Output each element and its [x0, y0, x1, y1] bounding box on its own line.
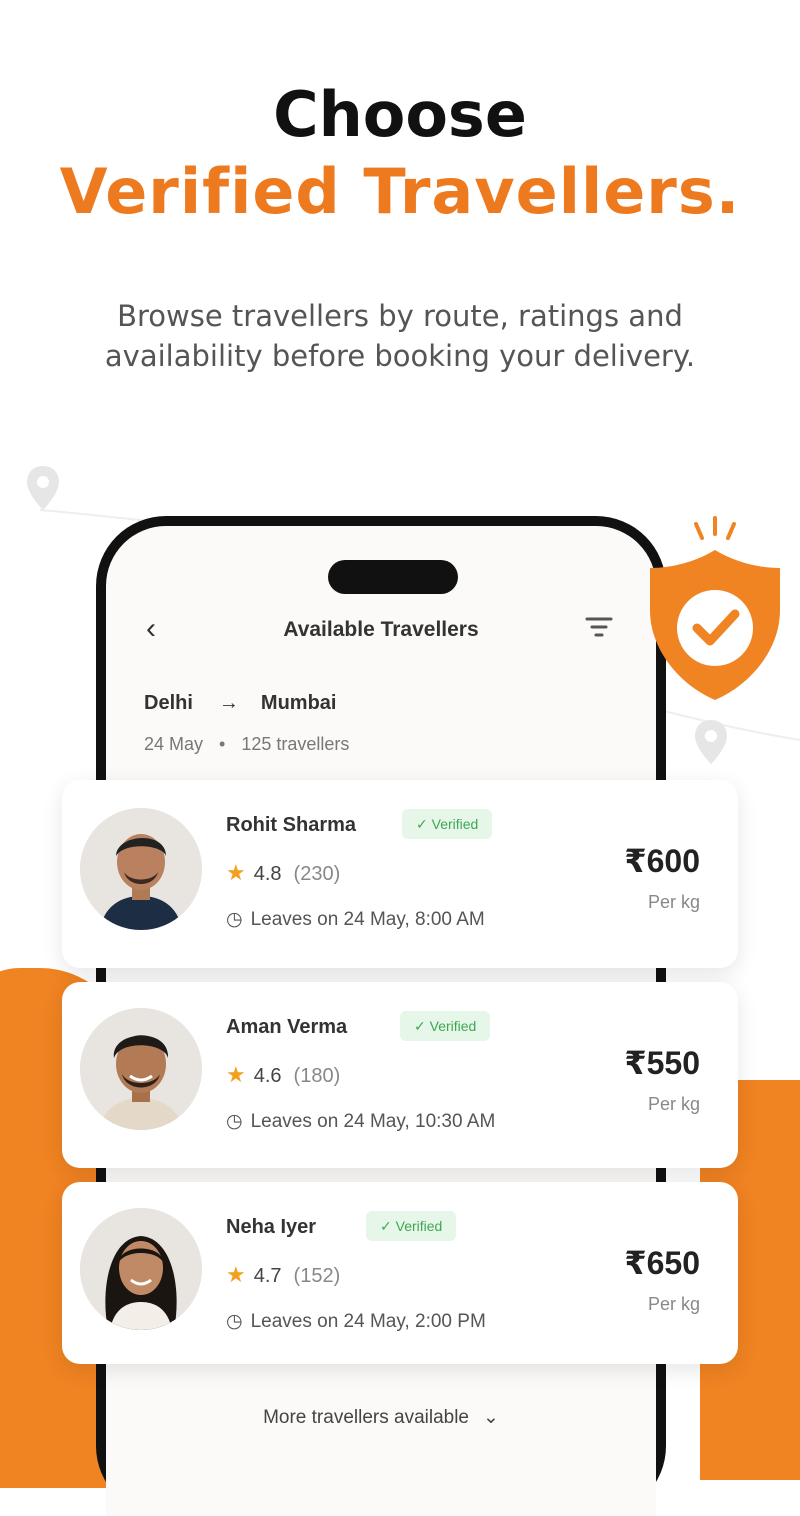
- map-pin-icon: [27, 466, 59, 510]
- verified-badge-label: Verified: [395, 1218, 443, 1234]
- traveller-card[interactable]: Aman Verma ✓ Verified ★ 4.6 (180) ◷ Leaves …: [62, 982, 738, 1168]
- verified-badge: ✓ Verified: [366, 1211, 457, 1241]
- hero-title: Choose Verified Travellers.: [0, 78, 800, 232]
- more-travellers-label: More travellers available: [263, 1407, 469, 1428]
- rating: ★ 4.7 (152): [226, 1262, 340, 1288]
- hero-subtitle: Browse travellers by route, ratings and …: [104, 299, 696, 373]
- price-unit: Per kg: [647, 892, 700, 912]
- map-pin-icon: [695, 720, 727, 764]
- rating: ★ 4.8 (230): [226, 860, 340, 886]
- rating: ★ 4.6 (180): [226, 1062, 340, 1088]
- verified-badge-label: Verified: [431, 816, 479, 832]
- traveller-card[interactable]: Neha Iyer ✓ Verified ★ 4.7 (152) ◷ Leaves o…: [62, 1182, 738, 1364]
- verified-badge: ✓ Verified: [400, 1011, 491, 1041]
- departure-label: Leaves on 24 May, 10:30 AM: [250, 1111, 496, 1132]
- star-icon: ★: [226, 1062, 246, 1087]
- traveller-name: Rohit Sharma: [226, 814, 357, 836]
- separator-dot: •: [219, 734, 226, 754]
- clock-icon: ◷: [226, 1111, 243, 1132]
- avatar: [80, 1208, 202, 1330]
- price-unit: Per kg: [647, 1294, 700, 1314]
- departure-time: ◷ Leaves on 24 May, 10:30 AM: [226, 1110, 495, 1133]
- clock-icon: ◷: [226, 1311, 243, 1332]
- traveller-name: Aman Verma: [226, 1016, 348, 1038]
- route-date: 24 May: [144, 734, 204, 754]
- avatar: [80, 808, 202, 930]
- review-count: (230): [293, 863, 341, 885]
- route-to: Mumbai: [260, 692, 337, 714]
- more-travellers-button[interactable]: More travellers available ⌄: [106, 1406, 656, 1429]
- verified-badge-label: Verified: [429, 1018, 477, 1034]
- rating-value: 4.7: [253, 1265, 282, 1287]
- verified-badge: ✓ Verified: [402, 809, 493, 839]
- departure-time: ◷ Leaves on 24 May, 8:00 AM: [226, 908, 485, 931]
- screen-title: Available Travellers: [283, 618, 479, 641]
- phone-notch: [328, 560, 458, 594]
- check-circle-icon: ✓: [416, 816, 432, 832]
- hero-title-line1: Choose: [273, 78, 527, 151]
- traveller-count: 125 travellers: [241, 734, 350, 754]
- chevron-down-icon: ⌄: [483, 1407, 499, 1428]
- traveller-card[interactable]: Rohit Sharma ✓ Verified ★ 4.8 (230) ◷ Leave…: [62, 780, 738, 968]
- price: ₹650: [624, 1245, 700, 1281]
- check-circle-icon: ✓: [380, 1218, 396, 1234]
- arrow-right-icon: →: [218, 692, 239, 714]
- route-summary: Delhi → Mumbai: [144, 692, 336, 715]
- price-unit: Per kg: [647, 1094, 700, 1114]
- star-icon: ★: [226, 1262, 246, 1287]
- traveller-name: Neha Iyer: [226, 1216, 317, 1238]
- price: ₹600: [624, 843, 700, 879]
- screen-header: ‹ Available Travellers: [106, 610, 656, 650]
- review-count: (152): [293, 1265, 341, 1287]
- hero-title-line2: Verified Travellers.: [59, 155, 741, 228]
- avatar: [80, 1008, 202, 1130]
- departure-time: ◷ Leaves on 24 May, 2:00 PM: [226, 1310, 486, 1333]
- verified-shield-icon: [650, 516, 780, 700]
- rating-value: 4.6: [253, 1065, 282, 1087]
- clock-icon: ◷: [226, 909, 243, 930]
- filter-icon[interactable]: [584, 614, 614, 644]
- departure-label: Leaves on 24 May, 8:00 AM: [250, 909, 485, 930]
- price: ₹550: [624, 1045, 700, 1081]
- star-icon: ★: [226, 860, 246, 885]
- rating-value: 4.8: [253, 863, 282, 885]
- route-meta: 24 May • 125 travellers: [144, 734, 349, 755]
- departure-label: Leaves on 24 May, 2:00 PM: [250, 1311, 486, 1332]
- route-from: Delhi: [144, 692, 193, 714]
- review-count: (180): [293, 1065, 341, 1087]
- check-circle-icon: ✓: [414, 1018, 430, 1034]
